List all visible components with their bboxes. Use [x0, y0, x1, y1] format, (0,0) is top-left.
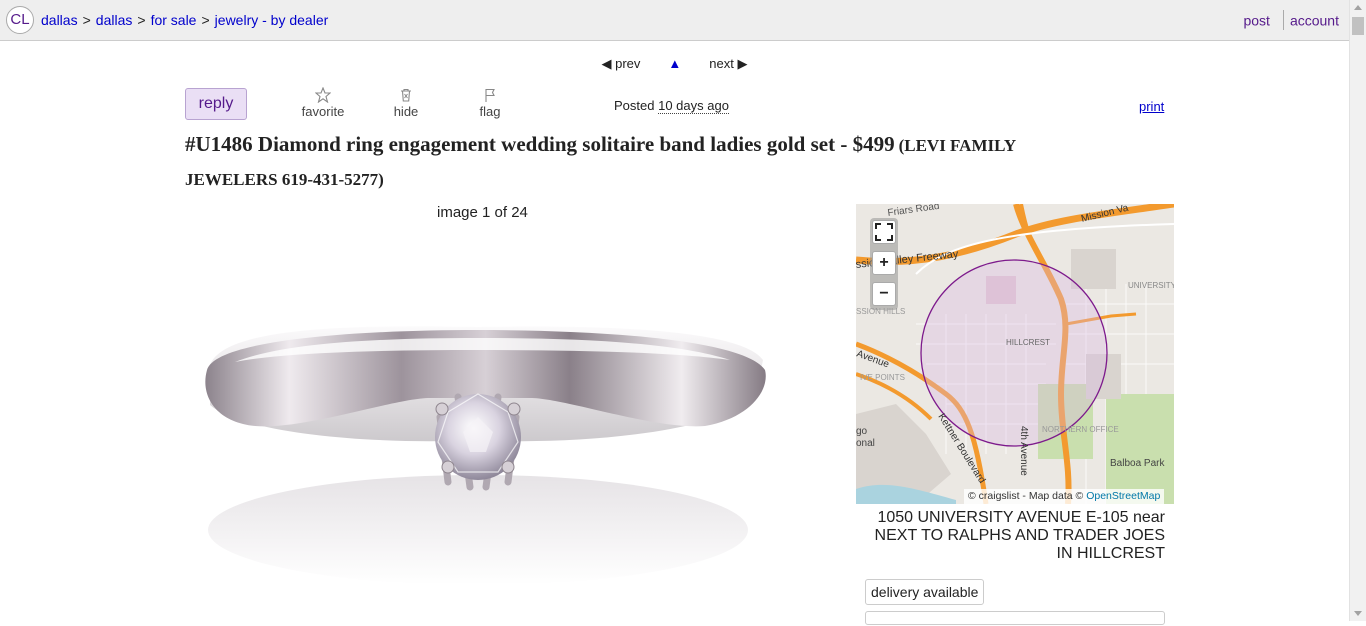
map-label: NORTHERN OFFICE: [1042, 425, 1119, 434]
breadcrumb: dallas > dallas > for sale > jewelry - by deal…: [41, 12, 328, 28]
openstreetmap-link[interactable]: OpenStreetMap: [1086, 490, 1160, 502]
breadcrumb-separator: >: [82, 12, 91, 28]
flag-label: flag: [479, 104, 501, 119]
fullscreen-button[interactable]: [872, 220, 896, 244]
next-link[interactable]: next ▶: [709, 56, 747, 71]
reply-button[interactable]: reply: [185, 88, 247, 120]
trash-icon: [401, 88, 411, 102]
listing-pager: ◀ prev ▲ next ▶: [0, 56, 1349, 72]
breadcrumb-jewelry-dealer[interactable]: jewelry - by dealer: [215, 12, 329, 28]
hide-button[interactable]: hide: [390, 87, 422, 119]
posted-label: Posted: [614, 98, 655, 113]
top-bar: CL dallas > dallas > for sale > jewelry - by d…: [0, 0, 1366, 41]
listing-price: $499: [852, 132, 895, 156]
page-scrollbar[interactable]: [1349, 0, 1366, 621]
listing-image[interactable]: [185, 230, 785, 621]
favorite-label: favorite: [301, 104, 345, 119]
ring-photo: [205, 326, 766, 585]
flag-icon: [485, 88, 495, 102]
divider: [1282, 10, 1284, 30]
map-controls: + −: [870, 218, 898, 310]
attribute-box-partial: [865, 611, 1165, 625]
star-icon: [315, 87, 331, 103]
map-attribution: © craigslist - Map data © OpenStreetMap: [964, 489, 1165, 504]
breadcrumb-for-sale[interactable]: for sale: [151, 12, 197, 28]
map-label: HILLCREST: [1006, 338, 1050, 347]
map-label: Balboa Park: [1110, 458, 1165, 469]
back-to-search-link[interactable]: ▲: [668, 56, 681, 71]
scroll-up-arrow-icon[interactable]: [1354, 5, 1362, 10]
account-link[interactable]: account: [1290, 13, 1339, 29]
attribute-delivery: delivery available: [865, 579, 985, 605]
craigslist-logo[interactable]: CL: [6, 6, 34, 34]
scroll-down-arrow-icon[interactable]: [1354, 611, 1362, 616]
print-link[interactable]: print: [1139, 99, 1164, 114]
breadcrumb-separator: >: [137, 12, 146, 28]
fullscreen-icon: [875, 223, 893, 241]
posted-date: 10 days ago: [658, 98, 729, 114]
map-label: onal: [856, 438, 875, 449]
map-label: IVE POINTS: [860, 373, 905, 382]
user-links: post account: [1243, 10, 1339, 32]
title-text: #U1486 Diamond ring engagement wedding s…: [185, 132, 836, 156]
zoom-out-button[interactable]: −: [872, 282, 896, 306]
zoom-in-button[interactable]: +: [872, 251, 896, 275]
price-separator: -: [835, 132, 853, 156]
map-label: 4th Avenue: [1018, 426, 1029, 476]
map-label: go: [856, 426, 868, 437]
image-counter: image 1 of 24: [437, 204, 528, 221]
favorite-button[interactable]: favorite: [300, 87, 346, 119]
breadcrumb-dallas-2[interactable]: dallas: [96, 12, 133, 28]
location-map[interactable]: Friars Road Mission Va ssion Valley Free…: [856, 204, 1174, 504]
map-tiles: Friars Road Mission Va ssion Valley Free…: [856, 204, 1174, 504]
scrollbar-thumb[interactable]: [1352, 17, 1364, 35]
breadcrumb-separator: >: [201, 12, 210, 28]
listing-title: #U1486 Diamond ring engagement wedding s…: [185, 128, 1105, 197]
map-address: 1050 UNIVERSITY AVENUE E-105 near NEXT T…: [874, 509, 1165, 562]
map-label: UNIVERSITY HEIGHTS: [1128, 281, 1174, 290]
breadcrumb-dallas-1[interactable]: dallas: [41, 12, 78, 28]
post-link[interactable]: post: [1243, 13, 1269, 29]
posted-info: Posted 10 days ago: [614, 98, 729, 114]
hide-label: hide: [393, 104, 419, 119]
prev-link[interactable]: ◀ prev: [602, 56, 641, 71]
flag-button[interactable]: flag: [476, 87, 504, 119]
attribution-text: © craigslist - Map data ©: [968, 490, 1084, 502]
